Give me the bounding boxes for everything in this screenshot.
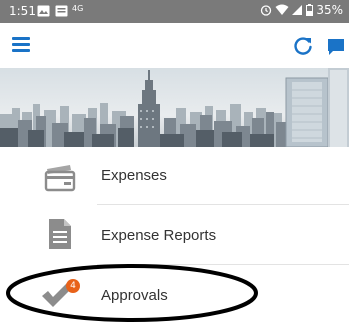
- signal-icon: [292, 5, 303, 15]
- refresh-icon[interactable]: [292, 35, 314, 57]
- status-bar: 1:51 4G 35%: [0, 0, 349, 23]
- list-item-label: Expense Reports: [101, 227, 217, 244]
- card-icon: [44, 165, 76, 192]
- wifi-icon: [275, 4, 289, 15]
- chat-icon[interactable]: [326, 37, 346, 57]
- battery-icon: [306, 4, 314, 16]
- app-bar: [0, 23, 349, 68]
- highlight-ellipse: [6, 264, 258, 322]
- image-icon: [37, 5, 50, 17]
- message-icon: [55, 5, 68, 17]
- battery-percentage: 35%: [316, 3, 343, 17]
- city-skyline-banner: [0, 68, 349, 147]
- document-icon: [49, 219, 71, 249]
- alarm-icon: [261, 5, 272, 16]
- status-time: 1:51: [9, 4, 36, 18]
- divider: [97, 204, 349, 205]
- list-item-label: Expenses: [101, 167, 167, 184]
- menu-icon[interactable]: [12, 37, 32, 55]
- list-item-expense-reports[interactable]: Expense Reports: [0, 206, 349, 266]
- list-item-expenses[interactable]: Expenses: [0, 147, 349, 207]
- signal-text: 4G: [72, 4, 84, 13]
